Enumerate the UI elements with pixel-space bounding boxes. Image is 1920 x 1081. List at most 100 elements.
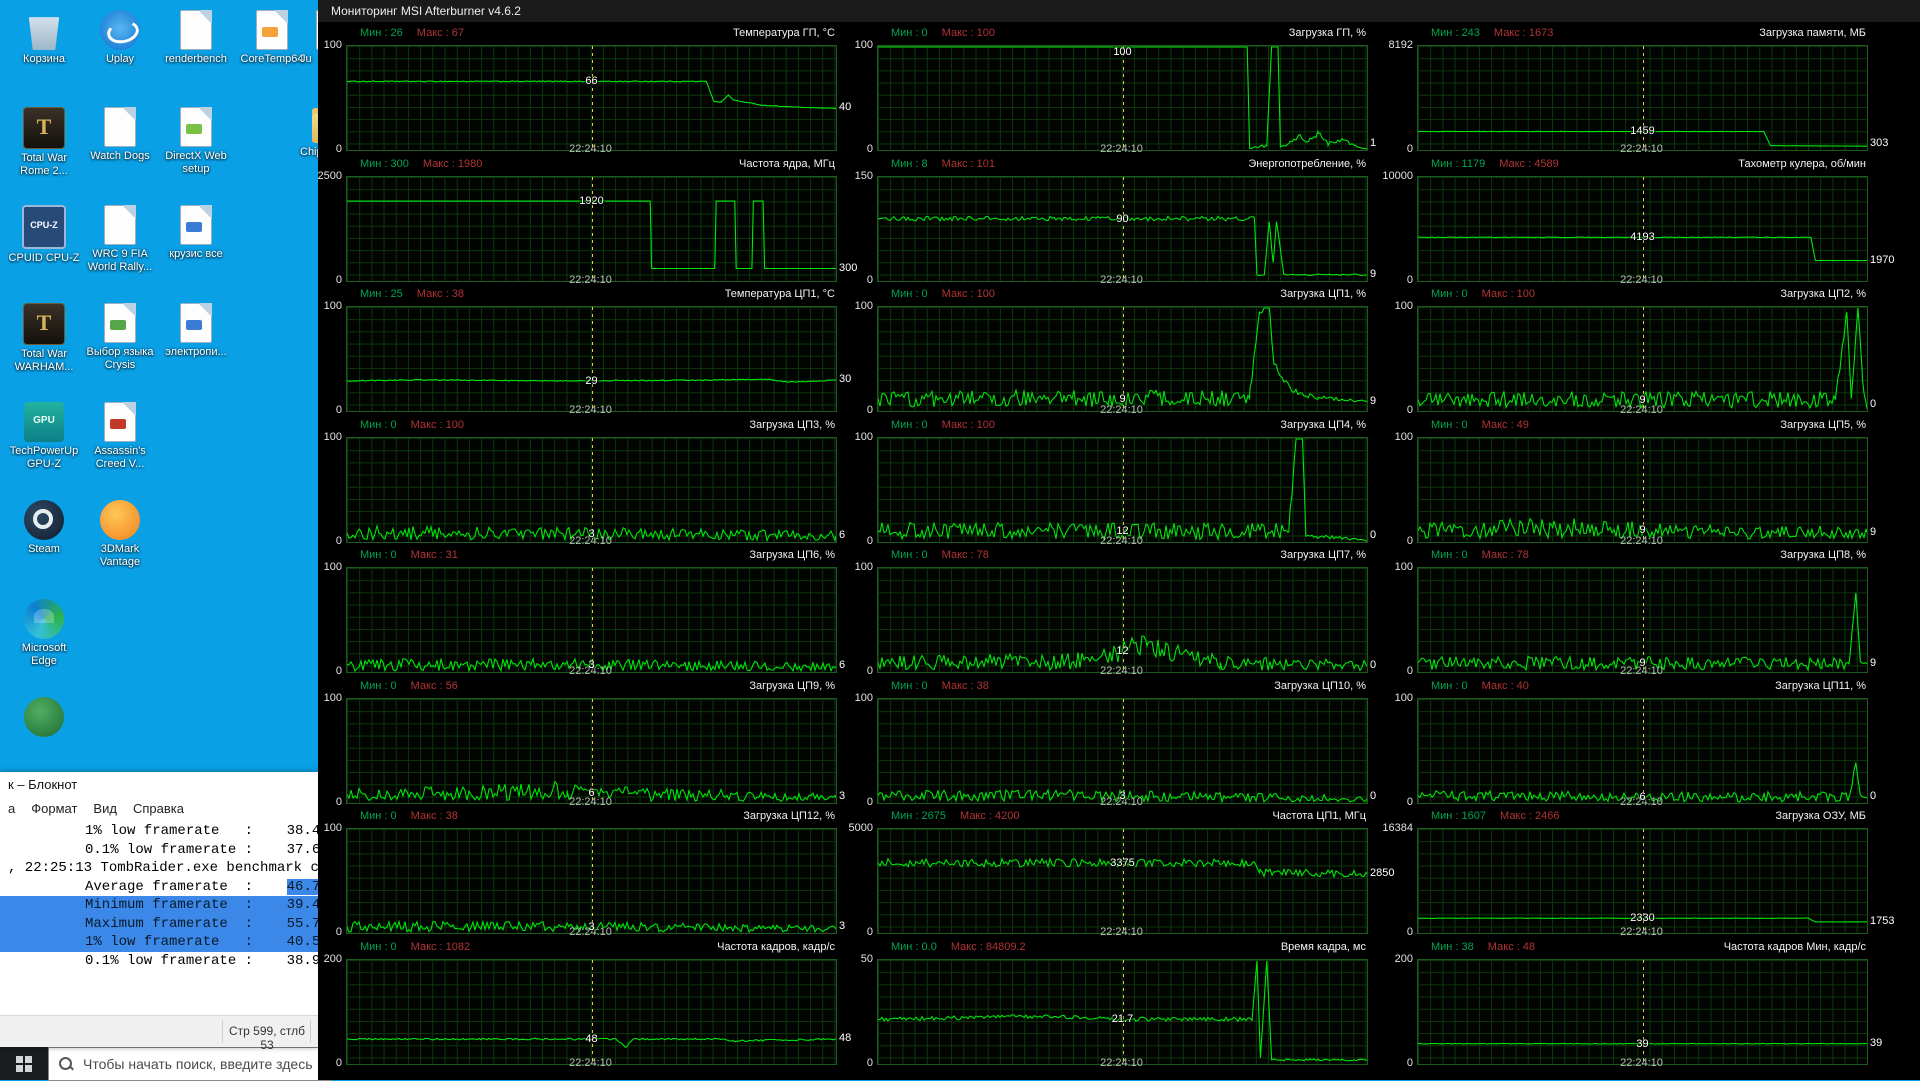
graph-plot: 9 <box>877 306 1368 412</box>
min-value: Мин : 0 <box>877 680 928 692</box>
max-value: Макс : 56 <box>411 680 458 692</box>
min-value: Мин : 0 <box>1417 680 1468 692</box>
axis-bottom-label: 0 <box>284 274 342 286</box>
cursor-value-label: 29 <box>562 375 622 387</box>
max-value: Макс : 101 <box>942 158 995 170</box>
cursor-value-label: 1459 <box>1613 125 1673 137</box>
graph-grid: Мин : 26Макс : 67Температура ГП, °C10002… <box>0 0 1920 1080</box>
graph-header: Мин : 1179Макс : 4589Тахометр кулера, об… <box>1417 158 1866 171</box>
max-value: Макс : 38 <box>411 810 458 822</box>
cursor-value-label: 9 <box>1093 393 1153 405</box>
cursor-value-label: 4193 <box>1613 231 1673 243</box>
time-label: 22:24:10 <box>1077 926 1167 938</box>
graph-title: Время кадра, мс <box>1281 941 1366 954</box>
cursor-value-label: 9 <box>1613 394 1673 406</box>
graph-plot: 9 <box>1417 567 1868 673</box>
graph-header: Мин : 300Макс : 1980Частота ядра, МГц <box>346 158 835 171</box>
graph-plot: 3375 <box>877 828 1368 934</box>
axis-bottom-label: 0 <box>815 1057 873 1069</box>
max-value: Макс : 38 <box>942 680 989 692</box>
min-value: Мин : 0 <box>1417 549 1468 561</box>
time-label: 22:24:10 <box>1597 926 1687 938</box>
graph-plot: 21.7 <box>877 959 1368 1065</box>
end-value-label: 39 <box>1870 1037 1920 1049</box>
axis-top-label: 100 <box>815 39 873 51</box>
axis-top-label: 100 <box>815 300 873 312</box>
graph-plot: 2330 <box>1417 828 1868 934</box>
graph-header: Мин : 0Макс : 78Загрузка ЦП8, % <box>1417 549 1866 562</box>
graph-plot: 3 <box>877 698 1368 804</box>
axis-top-label: 100 <box>1355 300 1413 312</box>
time-label: 22:24:10 <box>546 404 636 416</box>
axis-bottom-label: 0 <box>815 274 873 286</box>
time-label: 22:24:10 <box>1077 1057 1167 1069</box>
min-value: Мин : 8 <box>877 158 928 170</box>
time-label: 22:24:10 <box>1077 404 1167 416</box>
graph-title: Загрузка ЦП4, % <box>1280 419 1366 432</box>
axis-bottom-label: 0 <box>284 665 342 677</box>
graph-plot: 6 <box>346 698 837 804</box>
axis-bottom-label: 0 <box>284 404 342 416</box>
graph-header: Мин : 0Макс : 38Загрузка ЦП10, % <box>877 680 1366 693</box>
max-value: Макс : 67 <box>417 27 464 39</box>
axis-top-label: 50 <box>815 953 873 965</box>
axis-top-label: 100 <box>284 822 342 834</box>
min-value: Мин : 0 <box>877 549 928 561</box>
min-value: Мин : 25 <box>346 288 403 300</box>
graph-plot: 12 <box>877 567 1368 673</box>
cursor-value-label: 9 <box>1613 657 1673 669</box>
end-value-label: 48 <box>839 1032 899 1044</box>
max-value: Макс : 78 <box>942 549 989 561</box>
graph-plot: 6 <box>1417 698 1868 804</box>
end-value-label: 30 <box>839 373 899 385</box>
end-value-label: 9 <box>1870 526 1920 538</box>
max-value: Макс : 31 <box>411 549 458 561</box>
graph-plot: 3 <box>346 437 837 543</box>
end-value-label: 0 <box>1870 790 1920 802</box>
end-value-label: 0 <box>1370 659 1430 671</box>
min-value: Мин : 26 <box>346 27 403 39</box>
cursor-value-label: 6 <box>562 787 622 799</box>
graph-header: Мин : 0Макс : 100Загрузка ГП, % <box>877 27 1366 40</box>
afterburner-window: Мониторинг MSI Afterburner v4.6.2 Мин : … <box>318 0 1920 1080</box>
end-value-label: 6 <box>839 659 899 671</box>
graph-header: Мин : 0 Макс : 49 Загрузка ЦП5, % <box>1417 419 1866 432</box>
max-value: Макс : 49 <box>1482 419 1529 431</box>
time-label: 22:24:10 <box>546 1057 636 1069</box>
axis-top-label: 100 <box>1355 561 1413 573</box>
min-value: Мин : 0 <box>346 810 397 822</box>
min-value: Мин : 0 <box>1417 419 1468 431</box>
cursor-value-label: 48 <box>562 1033 622 1045</box>
cursor-value-label: 3 <box>562 659 622 671</box>
min-value: Мин : 0 <box>877 27 928 39</box>
end-value-label: 1970 <box>1870 254 1920 266</box>
cursor-value-label: 1920 <box>562 195 622 207</box>
axis-bottom-label: 0 <box>284 535 342 547</box>
axis-bottom-label: 0 <box>284 796 342 808</box>
graph-plot: 1459 <box>1417 45 1868 151</box>
min-value: Мин : 0 <box>1417 288 1468 300</box>
max-value: Макс : 4589 <box>1499 158 1558 170</box>
cursor-value-label: 12 <box>1093 525 1153 537</box>
end-value-label: 303 <box>1870 137 1920 149</box>
max-value: Макс : 100 <box>1482 288 1535 300</box>
cursor-value-label: 21.7 <box>1093 1013 1153 1025</box>
cursor-line <box>1643 699 1644 803</box>
cursor-line <box>1123 46 1124 150</box>
end-value-label: 300 <box>839 262 899 274</box>
axis-bottom-label: 0 <box>284 1057 342 1069</box>
cursor-value-label: 66 <box>562 75 622 87</box>
graph-plot: 4193 <box>1417 176 1868 282</box>
axis-bottom-label: 0 <box>815 143 873 155</box>
cursor-value-label: 6 <box>1613 791 1673 803</box>
axis-bottom-label: 0 <box>284 143 342 155</box>
graph-title: Частота ЦП1, МГц <box>1272 810 1366 823</box>
graph-header: Мин : 0Макс : 38Загрузка ЦП12, % <box>346 810 835 823</box>
graph-title: Загрузка ЦП5, % <box>1780 419 1866 432</box>
graph-plot: 48 <box>346 959 837 1065</box>
axis-top-label: 8192 <box>1355 39 1413 51</box>
max-value: Макс : 38 <box>417 288 464 300</box>
graph-plot: 90 <box>877 176 1368 282</box>
cursor-value-label: 3 <box>562 921 622 933</box>
min-value: Мин : 0 <box>346 680 397 692</box>
